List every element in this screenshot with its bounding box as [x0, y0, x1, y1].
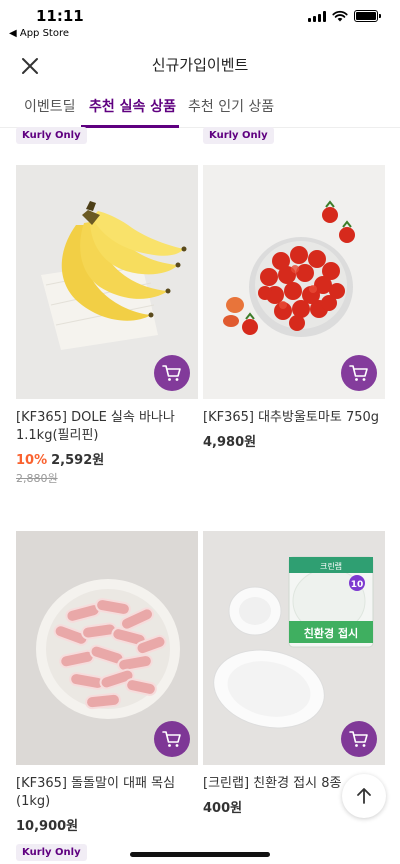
signal-icon — [308, 10, 326, 22]
discount-rate: 10% — [16, 453, 48, 468]
status-time: 11:11 — [36, 7, 84, 25]
kurly-only-badge: Kurly Only — [16, 844, 87, 861]
add-to-cart-button[interactable] — [341, 721, 377, 757]
battery-icon — [354, 10, 381, 22]
add-to-cart-button[interactable] — [341, 355, 377, 391]
product-card[interactable]: [KF365] DOLE 실속 바나나 1.1kg(필리핀) 10% 2,592원… — [16, 165, 198, 486]
back-to-app-store-link[interactable]: ◀ App Store — [9, 28, 69, 39]
active-tab-indicator — [81, 125, 179, 128]
home-indicator — [130, 852, 270, 857]
page-header: 신규가입이벤트 — [0, 44, 400, 84]
plate-package-count: 10 — [351, 580, 364, 590]
original-price: 2,880원 — [16, 472, 58, 485]
price-line: 4,980원 — [203, 431, 385, 450]
plate-package-label: 친환경 접시 — [304, 626, 358, 640]
cart-icon — [349, 731, 368, 747]
tab-recommended-popular[interactable]: 추천 인기 상품 — [188, 96, 274, 116]
product-name[interactable]: [KF365] DOLE 실속 바나나 1.1kg(필리핀) — [16, 409, 198, 445]
product-name[interactable]: [KF365] 돌돌말이 대패 목심(1kg) — [16, 775, 198, 811]
kurly-only-badge: Kurly Only — [203, 127, 274, 144]
arrow-up-icon — [357, 788, 371, 804]
pork-roll-image[interactable] — [16, 531, 198, 765]
tab-recommended-value[interactable]: 추천 실속 상품 — [89, 96, 176, 116]
cherry-tomato-image[interactable] — [203, 165, 385, 399]
cart-icon — [162, 365, 181, 381]
product-price: 2,592원 — [51, 453, 105, 468]
page-title: 신규가입이벤트 — [151, 56, 249, 74]
cart-icon — [162, 731, 181, 747]
tab-bar: 이벤트딜 추천 실속 상품 추천 인기 상품 — [0, 88, 400, 128]
product-card[interactable]: [KF365] 돌돌말이 대패 목심(1kg) 10,900원 Kurly On… — [16, 531, 198, 861]
cart-icon — [349, 365, 368, 381]
plates-image[interactable]: 크린랩 10 친환경 접시 — [203, 531, 385, 765]
price-line: 10% 2,592원 — [16, 449, 198, 468]
status-icons — [308, 10, 381, 22]
tab-event-deal[interactable]: 이벤트딜 — [24, 96, 76, 116]
price-line: 10,900원 — [16, 815, 198, 834]
scroll-to-top-button[interactable] — [342, 774, 386, 818]
product-price: 10,900원 — [16, 819, 79, 834]
product-price: 4,980원 — [203, 435, 257, 450]
plate-package-brand: 크린랩 — [320, 561, 342, 571]
product-card[interactable]: 크린랩 10 친환경 접시 [크린랩] 친환경 접시 8종 400원 — [203, 531, 385, 816]
product-price: 400원 — [203, 801, 243, 816]
add-to-cart-button[interactable] — [154, 355, 190, 391]
banana-image[interactable] — [16, 165, 198, 399]
kurly-only-badge: Kurly Only — [16, 127, 87, 144]
add-to-cart-button[interactable] — [154, 721, 190, 757]
product-name[interactable]: [KF365] 대추방울토마토 750g — [203, 409, 385, 427]
status-bar: 11:11 ◀ App Store — [0, 0, 400, 42]
product-card[interactable]: [KF365] 대추방울토마토 750g 4,980원 — [203, 165, 385, 450]
wifi-icon — [332, 10, 348, 22]
